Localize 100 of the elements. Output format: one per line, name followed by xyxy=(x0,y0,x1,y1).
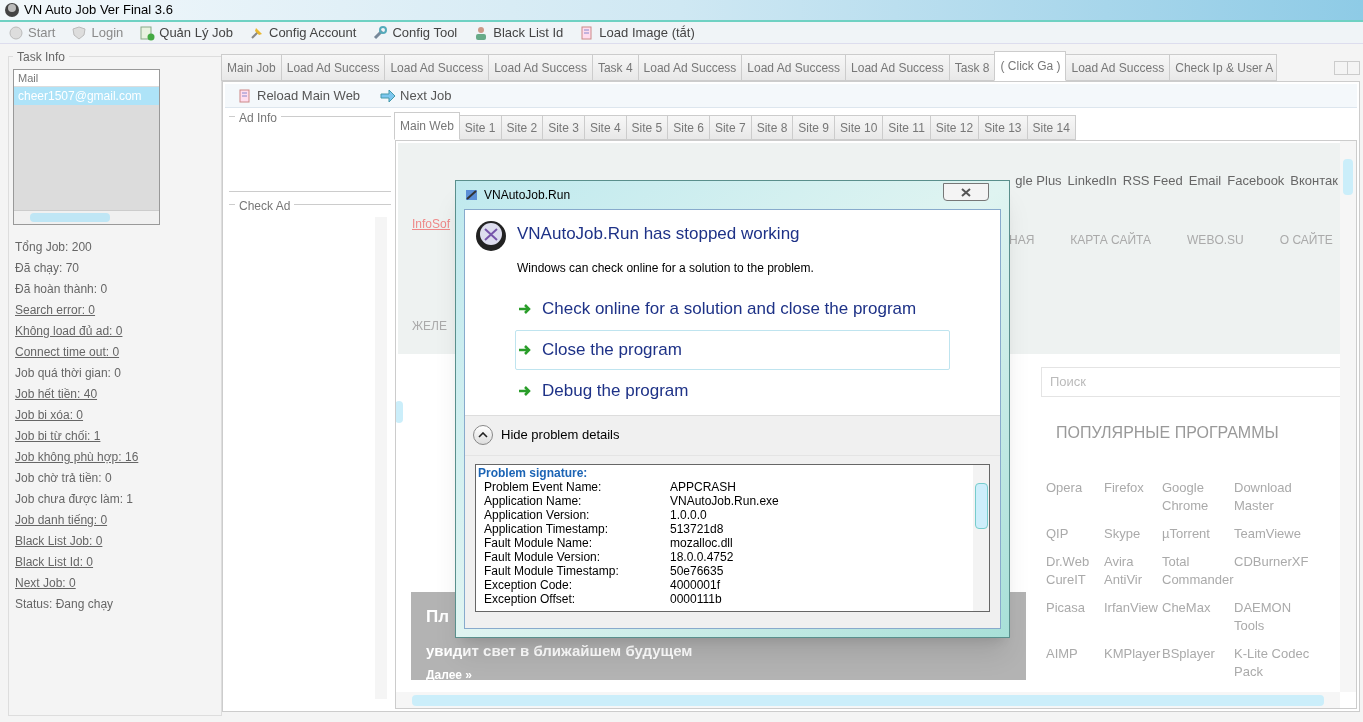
vertical-scrollbar[interactable] xyxy=(973,464,989,611)
stat-link[interactable]: Next Job: 0 xyxy=(15,573,76,594)
stat-link[interactable]: Black List Job: 0 xyxy=(15,531,103,552)
stat-link[interactable]: Job không phù hợp: 16 xyxy=(15,447,139,468)
command-link[interactable]: Debug the program xyxy=(515,370,950,411)
program-link[interactable]: DAEMON Tools xyxy=(1234,599,1314,635)
program-link[interactable]: TeamViewe xyxy=(1234,525,1314,543)
program-link[interactable]: CheMax xyxy=(1162,599,1234,635)
toolbar-button[interactable]: Config Tool xyxy=(372,22,458,43)
tab[interactable]: Load Ad Success xyxy=(741,54,847,81)
social-link[interactable]: Вконтак xyxy=(1290,171,1338,191)
stat-link[interactable]: Job bi xóa: 0 xyxy=(15,405,84,426)
arrow-right-icon xyxy=(380,87,397,104)
tab[interactable]: Site 10 xyxy=(834,115,884,140)
tab[interactable]: Load Ad Success xyxy=(488,54,593,81)
command-link[interactable]: Check online for a solution and close the program xyxy=(515,288,950,329)
toolbar-button[interactable]: Reload Main Web xyxy=(237,85,361,106)
program-link[interactable]: IrfanView xyxy=(1104,599,1162,635)
social-link[interactable]: gle Plus xyxy=(1015,171,1062,191)
menu-item[interactable]: ЖЕЛЕ xyxy=(412,317,447,335)
program-link[interactable]: K-Lite Codec Pack xyxy=(1234,645,1314,681)
tab[interactable]: Load Ad Success xyxy=(280,54,386,81)
nav-link[interactable]: WEBO.SU xyxy=(1187,231,1244,249)
program-link[interactable]: Opera xyxy=(1046,479,1104,515)
nav-link[interactable]: О САЙТЕ xyxy=(1279,231,1333,249)
toolbar-button[interactable]: Black List Id xyxy=(473,22,564,43)
tab[interactable]: Site 8 xyxy=(750,115,794,140)
tab[interactable]: Main Web xyxy=(394,112,460,140)
horizontal-scrollbar[interactable] xyxy=(396,692,1340,708)
splitter-handle[interactable] xyxy=(396,401,403,423)
stat-link[interactable]: Không load đủ ad: 0 xyxy=(15,321,123,342)
program-link[interactable]: KMPlayer xyxy=(1104,645,1162,681)
program-link[interactable]: µTorrent xyxy=(1162,525,1234,543)
program-link[interactable]: AIMP xyxy=(1046,645,1104,681)
tab[interactable]: Site 12 xyxy=(929,115,980,140)
tab[interactable]: Site 11 xyxy=(882,115,931,140)
program-link[interactable]: Avira AntiVir xyxy=(1104,553,1162,589)
stat-link[interactable]: Job hết tiền: 40 xyxy=(15,384,98,405)
toolbar-button[interactable]: Config Account xyxy=(249,22,357,43)
program-link[interactable]: Google Chrome xyxy=(1162,479,1234,515)
document-icon xyxy=(237,87,253,104)
tab[interactable]: Site 9 xyxy=(792,115,835,140)
stat-label: Đã chạy: 70 xyxy=(15,260,80,277)
program-link[interactable]: Total Commander xyxy=(1162,553,1234,589)
tab[interactable]: Site 1 xyxy=(458,115,502,140)
site-link[interactable]: InfoSof xyxy=(412,215,451,233)
vertical-scrollbar[interactable] xyxy=(1340,141,1356,692)
program-link[interactable]: Picasa xyxy=(1046,599,1104,635)
tab[interactable]: Load Ad Success xyxy=(637,54,743,81)
horizontal-scrollbar[interactable] xyxy=(14,210,159,224)
close-button[interactable] xyxy=(943,183,989,201)
tab[interactable]: Site 4 xyxy=(583,115,627,140)
program-link[interactable]: QIP xyxy=(1046,525,1104,543)
tab[interactable]: Main Job xyxy=(221,54,282,81)
stat-link[interactable]: Search error: 0 xyxy=(15,300,96,321)
nav-link[interactable]: НАЯ xyxy=(1009,231,1035,249)
section-heading: ПОПУЛЯРНЫЕ ПРОГРАММЫ xyxy=(1056,423,1279,443)
program-link[interactable]: CDBurnerXF xyxy=(1234,553,1314,589)
collapse-button[interactable] xyxy=(473,425,493,445)
toolbar-button[interactable]: Next Job xyxy=(380,85,452,106)
tab[interactable]: Load Ad Success xyxy=(1065,54,1171,81)
detail-value: 1.0.0.0 xyxy=(670,507,707,522)
tab[interactable]: Load Ad Success xyxy=(384,54,490,81)
program-link[interactable]: Download Master xyxy=(1234,479,1314,515)
detail-label: Application Version: xyxy=(484,507,591,522)
tab[interactable]: Task 8 xyxy=(948,54,996,81)
stat-link[interactable]: Black List Id: 0 xyxy=(15,552,94,573)
toolbar-button[interactable]: Quản Lý Job xyxy=(139,22,233,43)
tab[interactable]: Task 4 xyxy=(591,54,639,81)
program-link[interactable]: Firefox xyxy=(1104,479,1162,515)
mail-list[interactable]: Mail cheer1507@gmail.com xyxy=(13,69,160,225)
tab[interactable]: Site 7 xyxy=(708,115,752,140)
program-link[interactable]: Skype xyxy=(1104,525,1162,543)
more-link[interactable]: Далее » xyxy=(426,668,473,682)
program-link[interactable]: BSplayer xyxy=(1162,645,1234,681)
details-title: Problem signature: xyxy=(477,464,589,480)
arrow-right-icon xyxy=(518,343,532,356)
tab[interactable]: Site 5 xyxy=(625,115,669,140)
social-link[interactable]: RSS Feed xyxy=(1122,171,1183,191)
social-link[interactable]: LinkedIn xyxy=(1067,171,1117,191)
stat-link[interactable]: Connect time out: 0 xyxy=(15,342,120,363)
details-toggle-label[interactable]: Hide problem details xyxy=(501,425,620,445)
nav-link[interactable]: КАРТА САЙТА xyxy=(1070,231,1152,249)
tab-scroll-buttons[interactable] xyxy=(1334,61,1360,75)
detail-label: Fault Module Name: xyxy=(484,535,593,550)
program-link[interactable]: Dr.Web CureIT xyxy=(1046,553,1104,589)
command-link[interactable]: Close the program xyxy=(515,329,950,370)
stat-link[interactable]: Job danh tiếng: 0 xyxy=(15,510,108,531)
tab[interactable]: Load Ad Success xyxy=(845,54,950,81)
toolbar-button[interactable]: Load Image (tắt) xyxy=(579,22,695,43)
stat-link[interactable]: Job bi từ chối: 1 xyxy=(15,426,101,447)
tab[interactable]: Site 13 xyxy=(978,115,1028,140)
tab[interactable]: Check Ip & User A xyxy=(1169,54,1278,81)
tab[interactable]: Site 14 xyxy=(1026,115,1076,140)
tab[interactable]: Site 2 xyxy=(500,115,544,140)
social-link[interactable]: Email xyxy=(1188,171,1222,191)
social-link[interactable]: Facebook xyxy=(1227,171,1285,191)
tab[interactable]: Site 6 xyxy=(667,115,710,140)
tab[interactable]: Site 3 xyxy=(542,115,585,140)
tab[interactable]: ( Click Ga ) xyxy=(994,51,1067,81)
